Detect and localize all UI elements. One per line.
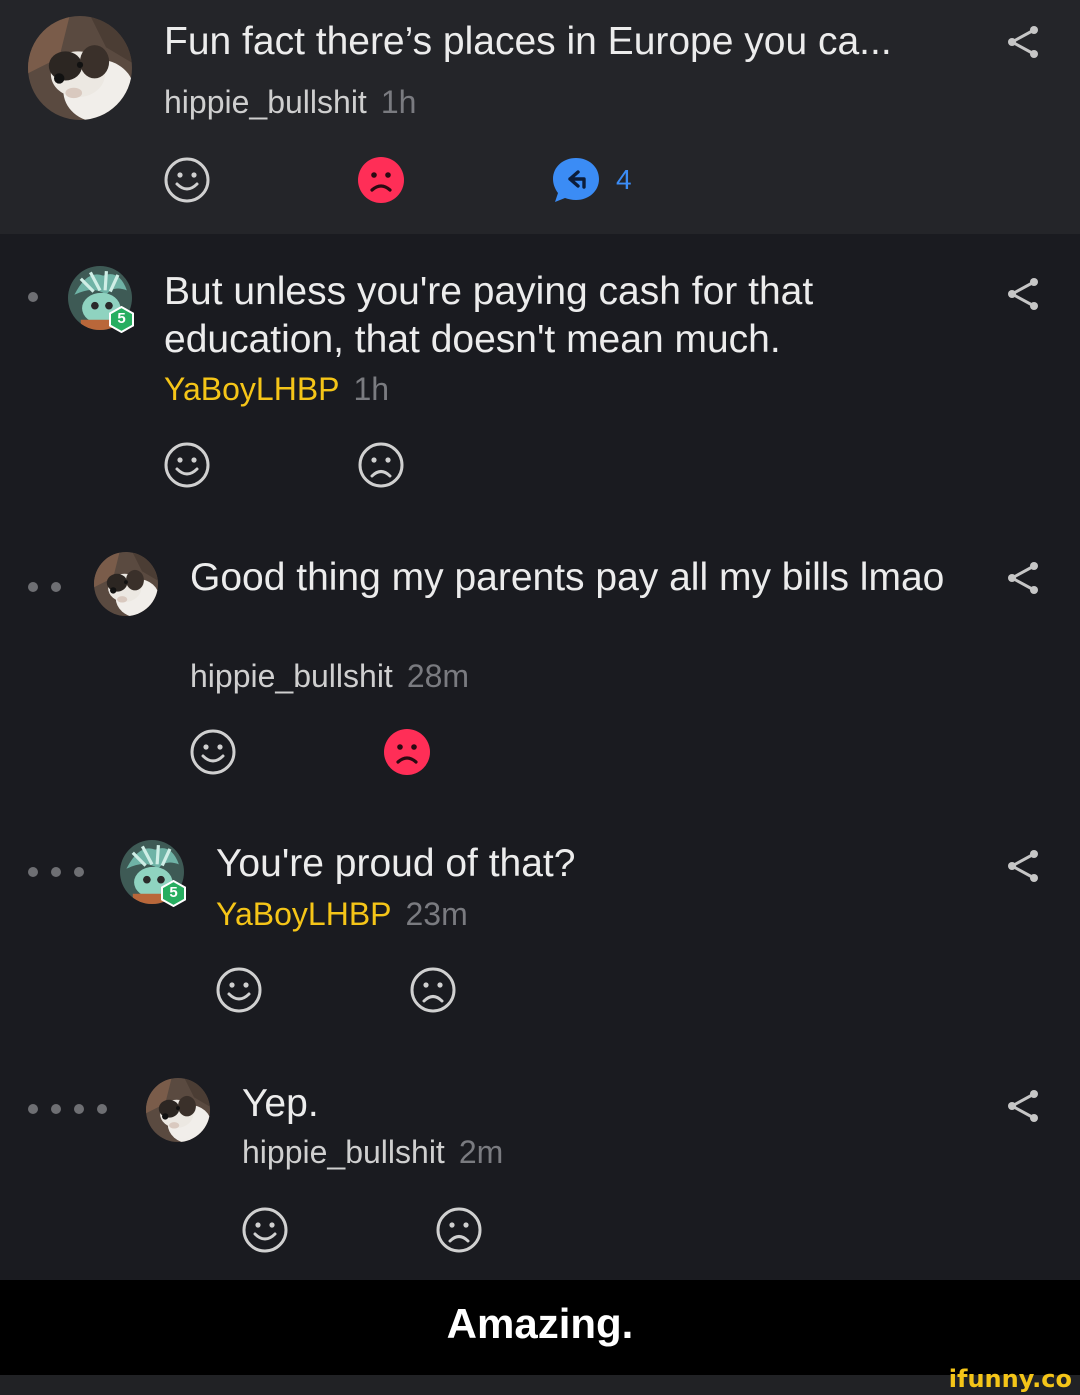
frown-icon[interactable] bbox=[435, 1206, 483, 1254]
watermark: ifunny.co bbox=[948, 1365, 1072, 1393]
level-badge: 5 bbox=[160, 880, 187, 907]
caption-text: Amazing. bbox=[446, 1300, 634, 1347]
thread-depth-indicator bbox=[28, 867, 84, 877]
post-title: Fun fact there’s places in Europe you ca… bbox=[164, 20, 892, 63]
author-name[interactable]: hippie_bullshit bbox=[164, 84, 367, 120]
smile-icon[interactable] bbox=[163, 156, 211, 204]
author-name[interactable]: YaBoyLHBP bbox=[216, 896, 392, 932]
smile-icon[interactable] bbox=[215, 966, 263, 1014]
reply-count: 4 bbox=[616, 164, 632, 195]
caption-bar: Amazing. bbox=[0, 1280, 1080, 1375]
comment-text: Good thing my parents pay all my bills l… bbox=[190, 556, 945, 599]
avatar[interactable] bbox=[94, 552, 158, 616]
timestamp: 23m bbox=[405, 896, 468, 932]
share-icon[interactable] bbox=[1005, 276, 1041, 312]
share-icon[interactable] bbox=[1005, 24, 1041, 60]
comment-meta: YaBoyLHBP 1h bbox=[164, 369, 389, 409]
comment-meta: YaBoyLHBP 23m bbox=[216, 894, 468, 934]
comment: Good thing my parents pay all my bills l… bbox=[0, 524, 1080, 814]
author-name[interactable]: hippie_bullshit bbox=[190, 658, 393, 694]
author-name[interactable]: YaBoyLHBP bbox=[164, 371, 340, 407]
watermark-strip bbox=[0, 1375, 1080, 1395]
comment-meta: hippie_bullshit 2m bbox=[242, 1132, 503, 1172]
avatar[interactable] bbox=[28, 16, 132, 120]
post-meta: hippie_bullshit 1h bbox=[164, 82, 416, 122]
frown-icon[interactable] bbox=[409, 966, 457, 1014]
reply-bubble-icon bbox=[553, 158, 599, 202]
share-icon[interactable] bbox=[1005, 560, 1041, 596]
timestamp: 1h bbox=[380, 84, 417, 120]
comment: 5 But unless you're paying cash for that… bbox=[0, 234, 1080, 524]
thread-depth-indicator bbox=[28, 1104, 107, 1114]
share-icon[interactable] bbox=[1005, 1088, 1041, 1124]
frown-icon[interactable] bbox=[383, 728, 431, 776]
smile-icon[interactable] bbox=[163, 441, 211, 489]
frown-icon[interactable] bbox=[357, 441, 405, 489]
thread-depth-indicator bbox=[28, 582, 61, 592]
comment: Yep. hippie_bullshit 2m bbox=[0, 1054, 1080, 1280]
comment-text: You're proud of that? bbox=[216, 842, 576, 885]
timestamp: 2m bbox=[458, 1134, 504, 1170]
frown-icon[interactable] bbox=[357, 156, 405, 204]
comment: 5 You're proud of that? YaBoyLHBP 23m bbox=[0, 814, 1080, 1054]
comment-meta: hippie_bullshit 28m bbox=[190, 656, 469, 696]
author-name[interactable]: hippie_bullshit bbox=[242, 1134, 445, 1170]
avatar[interactable] bbox=[146, 1078, 210, 1142]
smile-icon[interactable] bbox=[189, 728, 237, 776]
thread-depth-indicator bbox=[28, 292, 38, 302]
comment-thread: Fun fact there’s places in Europe you ca… bbox=[0, 0, 1080, 1280]
level-badge: 5 bbox=[108, 306, 135, 333]
timestamp: 1h bbox=[353, 371, 390, 407]
share-icon[interactable] bbox=[1005, 848, 1041, 884]
comment-text: But unless you're paying cash for that e… bbox=[164, 270, 814, 361]
comment-text: Yep. bbox=[242, 1082, 319, 1125]
smile-icon[interactable] bbox=[241, 1206, 289, 1254]
original-post: Fun fact there’s places in Europe you ca… bbox=[0, 0, 1080, 234]
timestamp: 28m bbox=[406, 658, 470, 694]
